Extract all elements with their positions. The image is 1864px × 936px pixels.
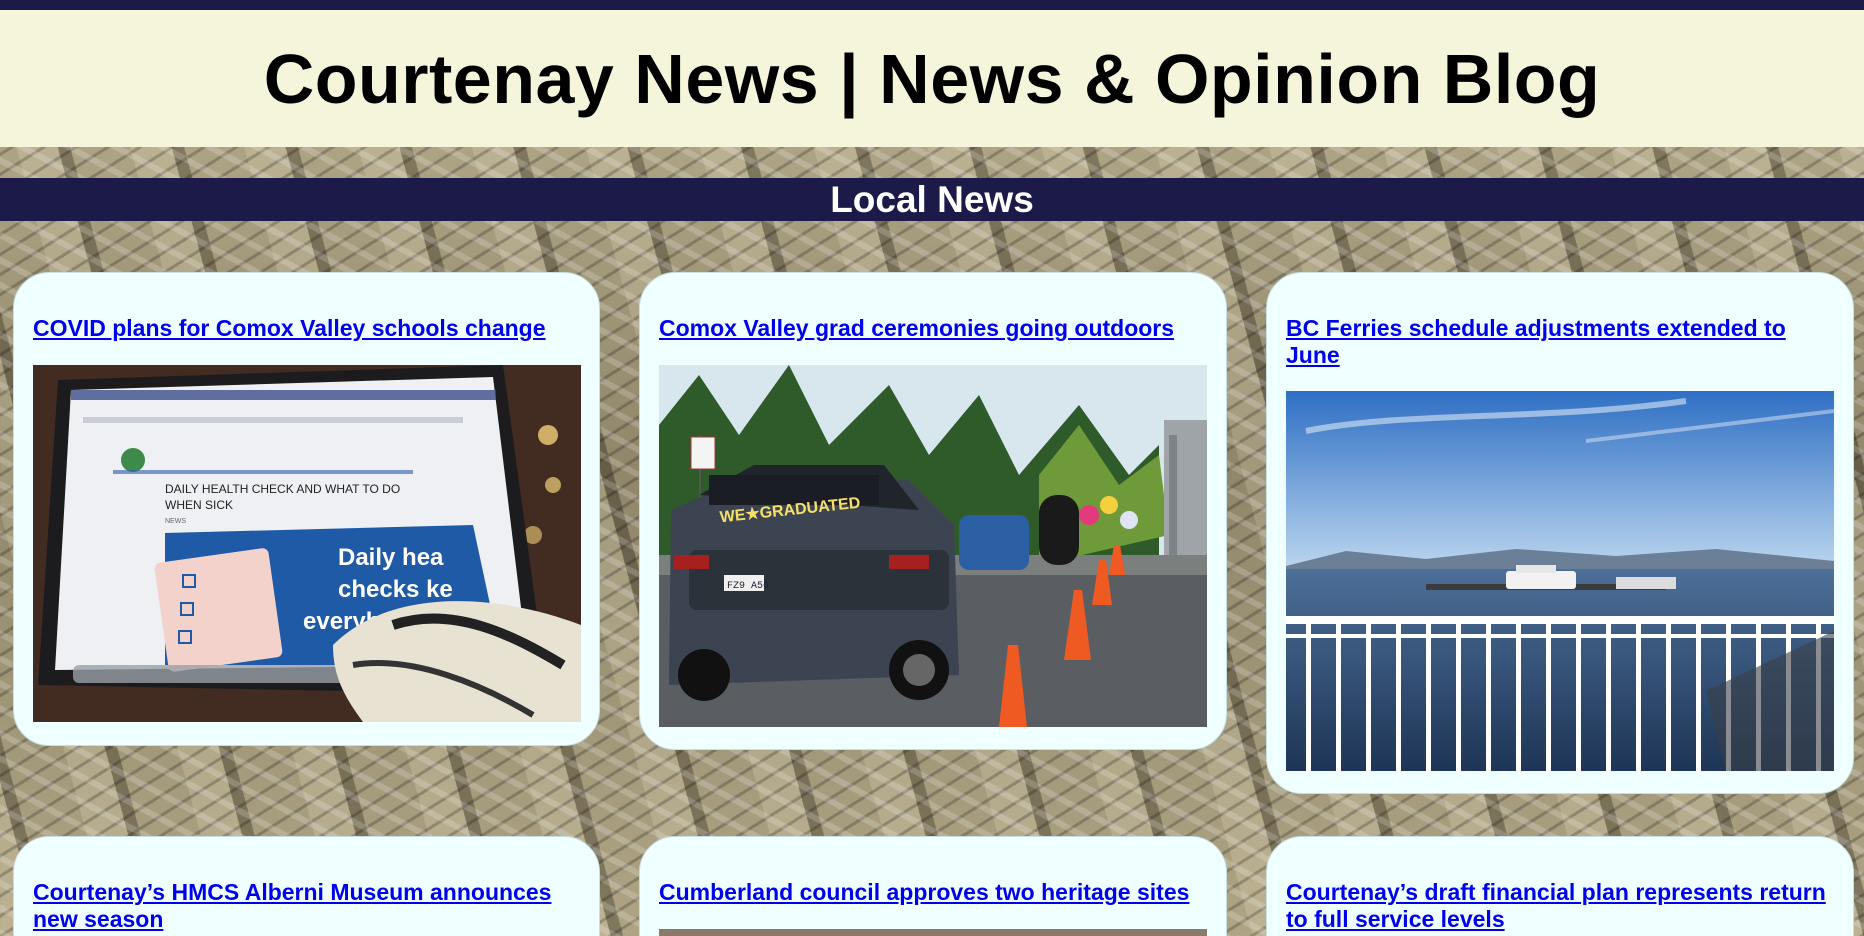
article-image[interactable]: [1286, 391, 1834, 771]
site-header: Courtenay News | News & Opinion Blog: [0, 10, 1864, 147]
article-card: Courtenay’s HMCS Alberni Museum announce…: [13, 836, 600, 936]
article-card: Comox Valley grad ceremonies going outdo…: [639, 272, 1227, 750]
car-plate: FZ9 A56: [727, 581, 769, 592]
section-bar: Local News: [0, 178, 1864, 221]
ferry-terminal-photo: [1286, 391, 1834, 771]
article-title: BC Ferries schedule adjustments extended…: [1286, 315, 1834, 369]
laptop-health-check-photo: DAILY HEALTH CHECK AND WHAT TO DO WHEN S…: [33, 365, 581, 722]
laptop-heading-line1: DAILY HEALTH CHECK AND WHAT TO DO: [165, 482, 400, 496]
laptop-banner-line2: checks ke: [338, 576, 453, 603]
article-link[interactable]: Cumberland council approves two heritage…: [659, 879, 1189, 905]
laptop-heading-line2: WHEN SICK: [165, 498, 233, 512]
article-title: Comox Valley grad ceremonies going outdo…: [659, 315, 1207, 342]
article-title: Cumberland council approves two heritage…: [659, 879, 1207, 906]
article-link[interactable]: BC Ferries schedule adjustments extended…: [1286, 315, 1786, 368]
article-image[interactable]: DAILY HEALTH CHECK AND WHAT TO DO WHEN S…: [33, 365, 581, 722]
site-title: Courtenay News | News & Opinion Blog: [263, 39, 1601, 118]
article-link[interactable]: Courtenay’s HMCS Alberni Museum announce…: [33, 879, 551, 932]
article-card: COVID plans for Comox Valley schools cha…: [13, 272, 600, 746]
top-stripe: [0, 0, 1864, 10]
laptop-tag: NEWS: [165, 518, 186, 525]
article-link[interactable]: COVID plans for Comox Valley schools cha…: [33, 315, 546, 341]
article-card: Cumberland council approves two heritage…: [639, 836, 1227, 936]
article-title: COVID plans for Comox Valley schools cha…: [33, 315, 580, 342]
article-card: BC Ferries schedule adjustments extended…: [1266, 272, 1854, 794]
grad-car-parade-photo: WE★GRADUATED FZ9 A56: [659, 365, 1207, 727]
article-link[interactable]: Courtenay’s draft financial plan represe…: [1286, 879, 1826, 932]
article-link[interactable]: Comox Valley grad ceremonies going outdo…: [659, 315, 1174, 341]
article-card: Courtenay’s draft financial plan represe…: [1266, 836, 1854, 936]
section-title: Local News: [830, 178, 1034, 220]
article-title: Courtenay’s HMCS Alberni Museum announce…: [33, 879, 580, 933]
article-image[interactable]: [659, 929, 1207, 936]
article-title: Courtenay’s draft financial plan represe…: [1286, 879, 1834, 933]
laptop-banner-line1: Daily hea: [338, 544, 444, 571]
article-image[interactable]: WE★GRADUATED FZ9 A56: [659, 365, 1207, 727]
